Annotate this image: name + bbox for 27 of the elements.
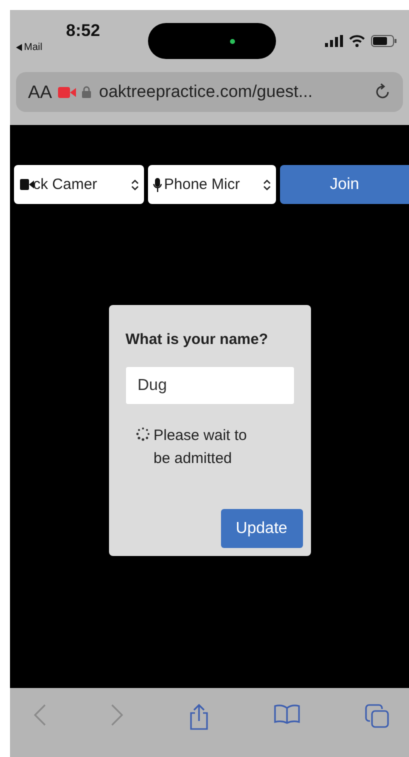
camera-icon xyxy=(58,86,76,98)
back-arrow-icon xyxy=(16,44,22,51)
waiting-message: Please wait to be admitted xyxy=(154,426,248,469)
wifi-icon xyxy=(349,35,365,47)
share-icon[interactable] xyxy=(188,704,208,730)
chevron-icon xyxy=(263,178,271,190)
lock-icon xyxy=(82,86,92,98)
microphone-select[interactable]: Phone Micr xyxy=(148,165,276,204)
clock-time: 8:52 xyxy=(66,21,100,41)
back-to-app-link[interactable]: Mail xyxy=(16,42,42,53)
chevron-icon xyxy=(131,178,139,190)
microphone-icon xyxy=(153,178,162,192)
update-button[interactable]: Update xyxy=(220,509,302,548)
signal-icon xyxy=(325,35,343,47)
camera-select[interactable]: ck Camer xyxy=(14,165,144,204)
tabs-icon[interactable] xyxy=(365,704,389,728)
text-size-button[interactable]: AA xyxy=(28,82,52,102)
url-text: oaktreepractice.com/guest... xyxy=(99,82,313,102)
dialog-title: What is your name? xyxy=(126,331,270,348)
join-button[interactable]: Join xyxy=(280,165,409,204)
battery-icon xyxy=(371,35,397,47)
address-bar[interactable]: AA oaktreepractice.com/guest... xyxy=(16,72,403,112)
book-icon[interactable] xyxy=(274,704,300,724)
reload-icon[interactable] xyxy=(375,83,391,101)
video-camera-icon xyxy=(20,179,34,190)
name-field[interactable]: Dug xyxy=(126,367,294,404)
spinner-icon xyxy=(136,427,150,441)
